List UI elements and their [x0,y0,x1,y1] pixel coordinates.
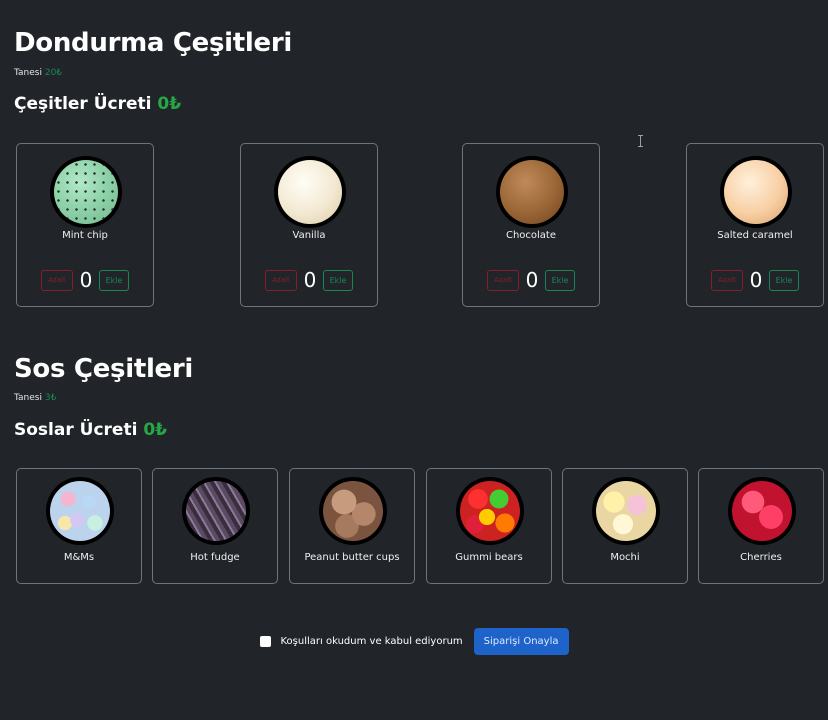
add-button[interactable]: Ekle [99,269,129,291]
topping-name: Hot fudge [190,552,240,563]
topping-name: Cherries [740,552,782,563]
quantity-controls: Azalt 0 Ekle [17,268,153,292]
topping-name: Mochi [610,552,640,563]
quantity-count: 0 [303,268,317,292]
text-cursor-icon [638,135,645,147]
topping-name: Peanut butter cups [304,552,400,563]
icecream-subtotal-label: Çeşitler Ücreti [14,94,152,114]
quantity-count: 0 [79,268,93,292]
order-footer: Koşulları okudum ve kabul ediyorum Sipar… [0,628,828,655]
chocolate-image [496,156,568,228]
topping-unit-price-line: Tanesi 3₺ [14,393,56,403]
hot-fudge-image [182,477,250,545]
topping-section-title: Sos Çeşitleri [14,354,194,384]
peanut-butter-cups-image [319,477,387,545]
icecream-section-title: Dondurma Çeşitleri [14,28,292,58]
confirm-order-button[interactable]: Siparişi Onayla [473,628,569,655]
icecream-card-chocolate: Chocolate Azalt 0 Ekle [462,143,600,307]
cherries-image [728,477,796,545]
quantity-controls: Azalt 0 Ekle [463,268,599,292]
mint-chip-image [50,156,122,228]
topping-subtotal-label: Soslar Ücreti [14,420,138,440]
terms-checkbox[interactable] [259,636,271,647]
quantity-count: 0 [525,268,539,292]
topping-subtotal-amount: 0₺ [143,420,167,440]
icecream-card-vanilla: Vanilla Azalt 0 Ekle [240,143,378,307]
icecream-name: Chocolate [505,230,557,241]
topping-unit-price: 3₺ [44,393,57,403]
salted-caramel-image [720,156,792,228]
terms-label: Koşulları okudum ve kabul ediyorum [280,636,463,647]
quantity-count: 0 [749,268,763,292]
topping-card-mochi[interactable]: Mochi [562,468,688,584]
icecream-name: Salted caramel [717,230,793,241]
icecream-subtotal: Çeşitler Ücreti 0₺ [14,94,181,114]
topping-card-peanut-butter-cups[interactable]: Peanut butter cups [289,468,415,584]
icecream-unit-price-line: Tanesi 20₺ [14,68,62,78]
quantity-controls: Azalt 0 Ekle [687,268,823,292]
add-button[interactable]: Ekle [323,269,353,291]
topping-name: M&Ms [63,552,95,563]
icecream-name: Vanilla [292,230,326,241]
topping-unit-label: Tanesi [14,393,42,403]
topping-subtotal: Soslar Ücreti 0₺ [14,420,167,440]
mms-image [46,477,114,545]
remove-button[interactable]: Azalt [711,269,743,291]
icecream-subtotal-amount: 0₺ [157,94,182,114]
remove-button[interactable]: Azalt [265,269,297,291]
icecream-unit-price: 20₺ [44,68,63,78]
mochi-image [592,477,660,545]
topping-name: Gummi bears [455,552,523,563]
icecream-card-salted-caramel: Salted caramel Azalt 0 Ekle [686,143,824,307]
add-button[interactable]: Ekle [769,269,799,291]
add-button[interactable]: Ekle [545,269,575,291]
topping-card-hot-fudge[interactable]: Hot fudge [152,468,278,584]
icecream-card-mint-chip: Mint chip Azalt 0 Ekle [16,143,154,307]
icecream-unit-label: Tanesi [14,68,42,78]
gummi-bears-image [456,477,524,545]
remove-button[interactable]: Azalt [41,269,73,291]
topping-card-mms[interactable]: M&Ms [16,468,142,584]
remove-button[interactable]: Azalt [487,269,519,291]
vanilla-image [274,156,346,228]
quantity-controls: Azalt 0 Ekle [241,268,377,292]
topping-card-gummi-bears[interactable]: Gummi bears [426,468,552,584]
topping-card-cherries[interactable]: Cherries [698,468,824,584]
icecream-name: Mint chip [62,230,108,241]
